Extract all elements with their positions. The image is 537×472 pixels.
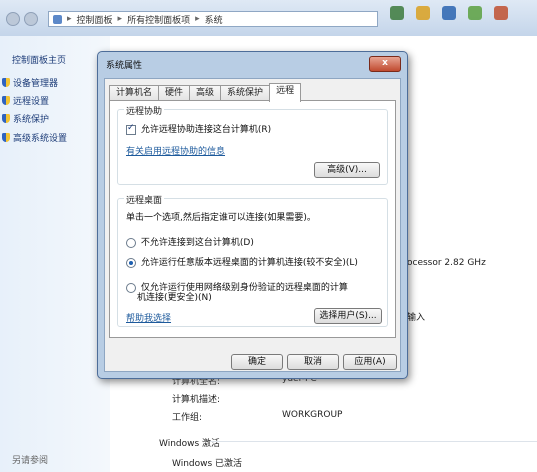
breadcrumb-item[interactable]: 控制面板 (77, 13, 113, 26)
select-users-button[interactable]: 选择用户(S)... (314, 308, 382, 324)
breadcrumb-separator-icon: ▸ (67, 14, 72, 24)
shield-icon (2, 78, 10, 87)
breadcrumb-separator-icon: ▸ (195, 14, 200, 24)
remote-tab-panel: 远程协助 允许远程协助连接这台计算机(R) 有关启用远程协助的信息 高级(V).… (109, 100, 396, 338)
breadcrumb-item[interactable]: 系统 (205, 13, 223, 26)
tab-hardware[interactable]: 硬件 (158, 85, 191, 101)
address-box[interactable]: ▸ 控制面板 ▸ 所有控制面板项 ▸ 系统 (48, 11, 378, 27)
sidebar: 控制面板主页 设备管理器 远程设置 系统保护 高级系统设置 另请参阅 (0, 36, 110, 472)
workgroup-label: 工作组: (172, 413, 203, 423)
app-icon[interactable] (468, 6, 482, 20)
help-me-choose-link[interactable]: 帮助我选择 (126, 314, 171, 324)
sidebar-title[interactable]: 控制面板主页 (12, 53, 66, 66)
dialog-title: 系统属性 (106, 61, 143, 71)
sidebar-item-label: 远程设置 (13, 97, 50, 107)
app-icon[interactable] (494, 6, 508, 20)
workgroup-value: WORKGROUP (282, 410, 343, 420)
computer-description-label: 计算机描述: (172, 395, 221, 405)
sidebar-item-system-protection[interactable]: 系统保护 (2, 112, 49, 125)
allow-remote-assistance-label: 允许远程协助连接这台计算机(R) (140, 125, 272, 135)
remote-assistance-group-label: 远程协助 (124, 104, 165, 117)
radio-button-selected[interactable] (126, 257, 136, 268)
apply-button[interactable]: 应用(A) (343, 354, 397, 370)
allow-remote-assistance-checkbox[interactable] (126, 123, 136, 135)
tab-advanced[interactable]: 高级 (189, 85, 222, 101)
cancel-button[interactable]: 取消 (287, 354, 339, 370)
section-divider (210, 441, 537, 442)
control-panel-icon (53, 14, 62, 24)
shield-icon (2, 114, 10, 123)
app-icon[interactable] (416, 6, 430, 20)
radio-allow-any-version[interactable]: 允许运行任意版本远程桌面的计算机连接(较不安全)(L) (126, 255, 358, 268)
back-button[interactable] (6, 12, 20, 26)
sidebar-item-advanced-settings[interactable]: 高级系统设置 (2, 131, 67, 144)
radio-label: 不允许连接到这台计算机(D) (140, 238, 254, 248)
radio-deny-connections[interactable]: 不允许连接到这台计算机(D) (126, 235, 254, 248)
app-icon[interactable] (390, 6, 404, 20)
remote-assistance-info-link[interactable]: 有关启用远程协助的信息 (126, 147, 225, 157)
radio-label-continued: 机连接(更安全)(N) (137, 293, 212, 303)
sidebar-item-label: 系统保护 (13, 115, 50, 125)
activation-status: Windows 已激活 (172, 459, 243, 469)
radio-button[interactable] (126, 282, 136, 293)
sidebar-item-remote-settings[interactable]: 远程设置 (2, 94, 49, 107)
sidebar-item-device-manager[interactable]: 设备管理器 (2, 76, 58, 89)
remote-desktop-instruction: 单击一个选项,然后指定谁可以连接(如果需要)。 (126, 213, 316, 223)
shield-icon (2, 96, 10, 105)
breadcrumb-separator-icon: ▸ (117, 14, 123, 24)
forward-button[interactable] (24, 12, 38, 26)
radio-label: 允许运行任意版本远程桌面的计算机连接(较不安全)(L) (140, 258, 358, 268)
allow-remote-assistance-row[interactable]: 允许远程协助连接这台计算机(R) (126, 122, 271, 135)
address-toolbar: ▸ 控制面板 ▸ 所有控制面板项 ▸ 系统 (0, 0, 537, 36)
sidebar-item-label: 设备管理器 (13, 79, 59, 89)
dialog-body: 计算机名 硬件 高级 系统保护 远程 远程协助 允许远程协助连接这台计算机(R)… (104, 78, 401, 372)
tab-system-protection[interactable]: 系统保护 (220, 85, 271, 101)
radio-button[interactable] (126, 237, 136, 248)
processor-value: ocessor 2.82 GHz (407, 258, 486, 268)
close-button[interactable]: x (369, 56, 401, 72)
remote-assistance-group: 远程协助 允许远程协助连接这台计算机(R) 有关启用远程协助的信息 高级(V).… (117, 104, 388, 185)
input-text: 输入 (407, 313, 426, 323)
activation-heading: Windows 激活 (159, 439, 221, 449)
see-also-heading: 另请参阅 (12, 456, 49, 466)
remote-desktop-group: 远程桌面 单击一个选项,然后指定谁可以连接(如果需要)。 不允许连接到这台计算机… (117, 193, 388, 327)
system-properties-dialog: 系统属性 x 计算机名 硬件 高级 系统保护 远程 远程协助 允许远程协助连接这… (97, 51, 408, 379)
app-icon[interactable] (442, 6, 456, 20)
taskbar-icons (390, 6, 508, 20)
shield-icon (2, 133, 10, 142)
advanced-button[interactable]: 高级(V)... (314, 162, 380, 178)
ok-button[interactable]: 确定 (231, 354, 283, 370)
breadcrumb-item[interactable]: 所有控制面板项 (127, 13, 190, 26)
remote-desktop-group-label: 远程桌面 (124, 193, 165, 206)
tab-remote[interactable]: 远程 (269, 83, 302, 102)
tab-computer-name[interactable]: 计算机名 (109, 85, 160, 101)
sidebar-item-label: 高级系统设置 (13, 134, 68, 144)
